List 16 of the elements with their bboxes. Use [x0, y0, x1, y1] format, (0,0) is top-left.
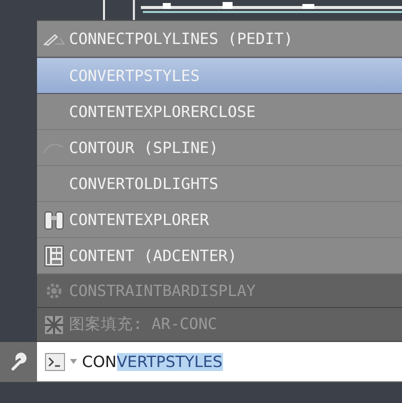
palette-grid-icon — [44, 244, 64, 266]
suggestion-item[interactable]: CONTENTEXPLORER — [37, 202, 402, 238]
command-input[interactable]: CONVERTPSTYLES — [37, 342, 402, 382]
pencil-icon — [43, 32, 65, 46]
binoculars-icon — [43, 210, 65, 230]
suggestion-item[interactable]: CONTENTEXPLORERCLOSE — [37, 94, 402, 130]
suggestion-item[interactable]: CONVERTOLDLIGHTS — [37, 166, 402, 202]
hatch-icon — [44, 314, 64, 334]
command-text: CONVERTPSTYLES — [82, 352, 223, 370]
caret-icon[interactable] — [70, 359, 77, 364]
gear-icon — [45, 282, 63, 300]
wrench-icon — [8, 352, 28, 372]
command-prompt-icon — [45, 352, 65, 370]
suggestion-item[interactable]: CONVERTPSTYLES — [37, 57, 402, 94]
customize-button[interactable] — [0, 342, 37, 382]
suggestion-item[interactable]: CONTOUR (SPLINE) — [37, 130, 402, 166]
